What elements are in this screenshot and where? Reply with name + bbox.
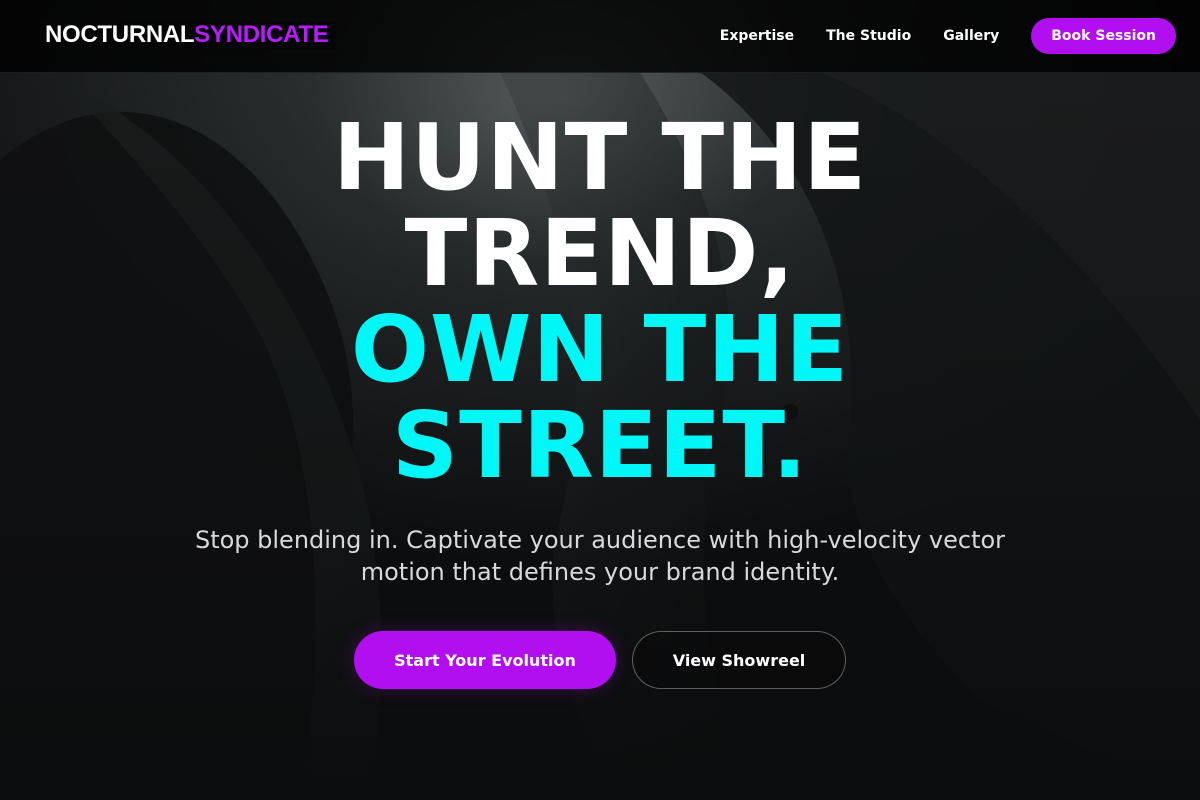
start-evolution-button[interactable]: Start Your Evolution bbox=[354, 631, 616, 689]
hero-headline: HUNT THE TREND, OWN THE STREET. bbox=[0, 72, 1200, 494]
hero-subtext: Stop blending in. Captivate your audienc… bbox=[194, 526, 1006, 586]
brand-name-primary: NOCTURNAL bbox=[45, 21, 195, 48]
headline-line-3: OWN THE bbox=[350, 296, 850, 403]
hero-cta-group: Start Your Evolution View Showreel bbox=[0, 631, 1200, 689]
nav-link-expertise[interactable]: Expertise bbox=[720, 28, 794, 44]
main-nav: Expertise The Studio Gallery Book Sessio… bbox=[720, 0, 1176, 72]
brand-name-accent: SYNDICATE bbox=[194, 21, 329, 48]
headline-line-4: STREET. bbox=[391, 392, 809, 499]
view-showreel-button[interactable]: View Showreel bbox=[632, 631, 846, 689]
nav-link-the-studio[interactable]: The Studio bbox=[826, 28, 911, 44]
headline-line-1: HUNT THE bbox=[332, 104, 868, 211]
nav-link-gallery[interactable]: Gallery bbox=[943, 28, 999, 44]
landing-page: NOCTURNAL SYNDICATE Expertise The Studio … bbox=[0, 0, 1200, 800]
brand-logo[interactable]: NOCTURNAL SYNDICATE bbox=[37, 21, 337, 49]
book-session-button[interactable]: Book Session bbox=[1031, 18, 1176, 54]
site-header: NOCTURNAL SYNDICATE Expertise The Studio … bbox=[0, 0, 1200, 73]
hero-section: HUNT THE TREND, OWN THE STREET. Stop ble… bbox=[0, 72, 1200, 689]
headline-line-2: TREND, bbox=[404, 200, 796, 307]
